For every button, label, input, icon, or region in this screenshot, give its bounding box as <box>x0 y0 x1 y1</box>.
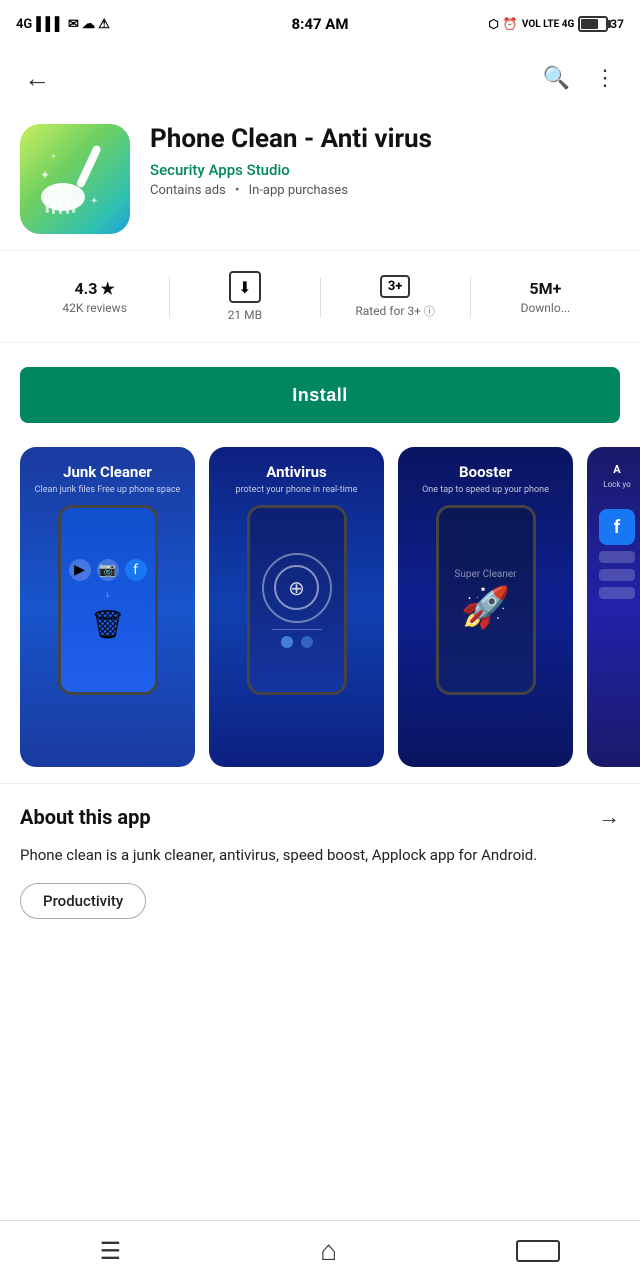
about-header: About this app → <box>20 804 620 830</box>
rating-value: 4.3 ★ <box>74 279 114 298</box>
screenshots-section: Junk Cleaner Clean junk files Free up ph… <box>0 439 640 783</box>
status-bar: 4G ▌▌▌ ✉ ☁ ⚠ 8:47 AM ⬡ ⏰ VOL LTE 4G 37 <box>0 0 640 48</box>
instagram-icon: 📷 <box>97 559 119 581</box>
radar-inner: ⊕ <box>274 565 319 610</box>
home-icon[interactable]: ⌂ <box>300 1226 357 1275</box>
download-box-icon: ⬇ <box>229 271 261 303</box>
screenshot-subtitle-1: Clean junk files Free up phone space <box>35 485 181 495</box>
screenshot-junk-cleaner[interactable]: Junk Cleaner Clean junk files Free up ph… <box>20 447 195 767</box>
app-meta: Contains ads • In-app purchases <box>150 183 620 198</box>
floating-app-icons: ▶ 📷 f <box>69 559 147 581</box>
status-left: 4G ▌▌▌ ✉ ☁ ⚠ <box>16 16 110 32</box>
bluetooth-icon: ⬡ <box>488 17 498 31</box>
separator: • <box>235 183 239 198</box>
facebook-icon: f <box>125 559 147 581</box>
battery-level: 37 <box>610 17 624 31</box>
status-time: 8:47 AM <box>292 15 349 33</box>
app-info: Phone Clean - Anti virus Security Apps S… <box>150 124 620 198</box>
screenshot-title-3: Booster <box>459 463 512 481</box>
star-icon: ★ <box>100 279 114 298</box>
screenshot-title-2: Antivirus <box>266 463 326 481</box>
screenshot-title-1: Junk Cleaner <box>63 463 152 481</box>
age-rating-box: 3+ <box>380 275 411 298</box>
screenshot-applock[interactable]: A Lock yo f <box>587 447 640 767</box>
notification-icons: ✉ ☁ ⚠ <box>68 17 110 32</box>
nav-actions: 🔍 ⋮ <box>535 58 624 99</box>
back-button[interactable]: ← <box>16 55 58 102</box>
install-section: Install <box>0 351 640 439</box>
app-icon: ✦ ✦ ✦ <box>20 124 130 234</box>
screenshot-subtitle-2: protect your phone in real-time <box>236 485 358 495</box>
about-arrow-icon[interactable]: → <box>598 804 620 830</box>
app-developer[interactable]: Security Apps Studio <box>150 161 620 179</box>
battery-indicator: 37 <box>578 16 624 32</box>
bottom-nav: ☰ ⌂ <box>0 1220 640 1280</box>
nav-bar: ← 🔍 ⋮ <box>0 48 640 108</box>
lte-icon: VOL LTE 4G <box>522 19 574 30</box>
phone-mockup-3: Super Cleaner 🚀 <box>436 505 536 695</box>
phone-mockup-2: ⊕ <box>247 505 347 695</box>
trash-icon: 🗑 <box>90 608 126 641</box>
app-ads-label: Contains ads <box>150 183 226 198</box>
back-nav-icon[interactable] <box>516 1240 560 1262</box>
age-label: Rated for 3+ ⓘ <box>355 303 435 319</box>
search-icon[interactable]: 🔍 <box>535 58 578 99</box>
rating-stat[interactable]: 4.3 ★ 42K reviews <box>20 271 169 323</box>
app-title: Phone Clean - Anti virus <box>150 124 620 155</box>
info-icon: ⓘ <box>424 305 435 318</box>
app-header: ✦ ✦ ✦ Phone Clean - Anti virus Security … <box>0 108 640 250</box>
size-stat: ⬇ 21 MB <box>170 263 319 330</box>
reviews-label: 42K reviews <box>62 301 127 315</box>
downloads-value: 5M+ <box>529 279 561 298</box>
svg-text:✦: ✦ <box>40 168 50 182</box>
svg-text:✦: ✦ <box>50 152 57 161</box>
downloads-label: Downlo... <box>521 301 571 315</box>
about-title: About this app <box>20 805 151 829</box>
phone-mockup-1: ▶ 📷 f ↓ 🗑 <box>58 505 158 695</box>
signal-bars: ▌▌▌ <box>36 16 64 32</box>
signal-icon: 4G <box>16 17 32 32</box>
about-section: About this app → Phone clean is a junk c… <box>0 783 640 931</box>
stats-row: 4.3 ★ 42K reviews ⬇ 21 MB 3+ Rated for 3… <box>0 250 640 343</box>
downloads-stat: 5M+ Downlo... <box>471 271 620 323</box>
menu-icon[interactable]: ☰ <box>80 1229 142 1273</box>
about-description: Phone clean is a junk cleaner, antivirus… <box>20 844 620 867</box>
rocket-icon: 🚀 <box>461 584 511 631</box>
screenshot-subtitle-4: Lock yo <box>603 480 630 489</box>
more-options-icon[interactable]: ⋮ <box>586 58 624 99</box>
radar-circle: ⊕ <box>262 553 332 623</box>
install-button[interactable]: Install <box>20 367 620 423</box>
screenshot-title-4: A <box>613 463 620 476</box>
screenshots-row: Junk Cleaner Clean junk files Free up ph… <box>20 447 640 767</box>
alarm-icon: ⏰ <box>503 17 518 31</box>
screenshot-booster[interactable]: Booster One tap to speed up your phone S… <box>398 447 573 767</box>
screenshot-subtitle-3: One tap to speed up your phone <box>422 485 549 495</box>
crosshair-icon: ⊕ <box>288 576 305 600</box>
screenshot-antivirus[interactable]: Antivirus protect your phone in real-tim… <box>209 447 384 767</box>
app-purchases-label: In-app purchases <box>249 183 348 198</box>
age-stat[interactable]: 3+ Rated for 3+ ⓘ <box>321 267 470 327</box>
size-label: 21 MB <box>228 308 262 322</box>
youtube-icon: ▶ <box>69 559 91 581</box>
category-tag[interactable]: Productivity <box>20 883 146 919</box>
svg-text:✦: ✦ <box>90 196 98 207</box>
status-right: ⬡ ⏰ VOL LTE 4G 37 <box>488 16 624 32</box>
